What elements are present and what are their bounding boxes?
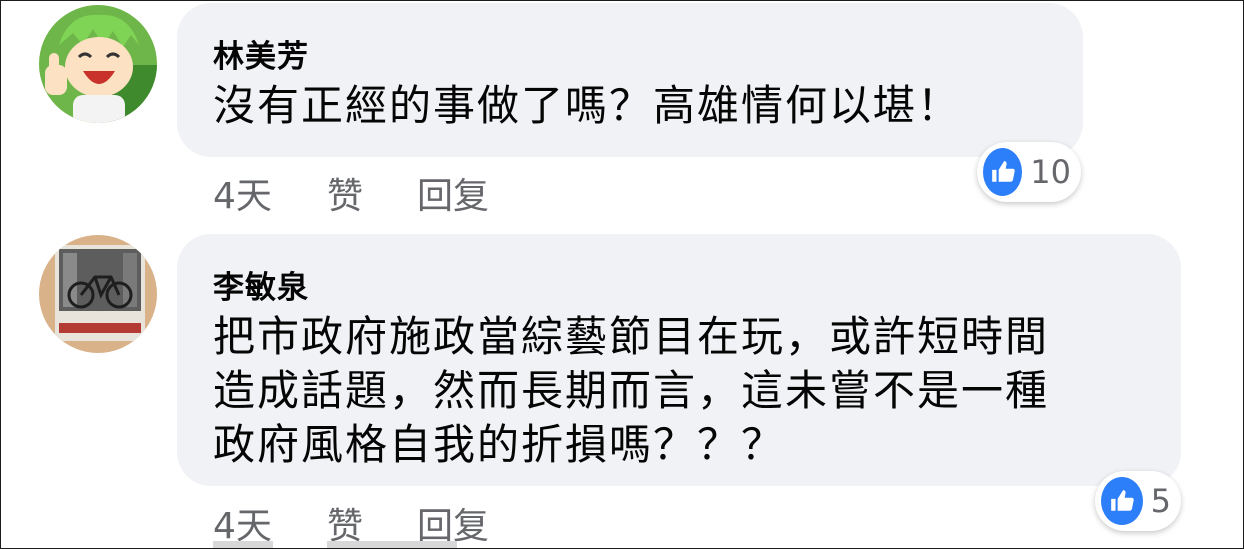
comment-author[interactable]: 林美芳 <box>213 31 309 76</box>
comment-text: 沒有正經的事做了嗎？高雄情何以堪！ <box>213 79 1053 133</box>
comment-bubble: 李敏泉 把市政府施政當綜藝節目在玩，或許短時間 造成話題，然而長期而言，這未嘗不… <box>177 234 1181 486</box>
avatar[interactable] <box>39 235 157 353</box>
reaction-badge[interactable]: 5 <box>1095 471 1181 531</box>
comment-text-line: 政府風格自我的折損嗎？？？ <box>213 420 786 469</box>
reply-button[interactable]: 回复 <box>417 167 489 219</box>
bicycle-photo-avatar-icon <box>39 235 157 353</box>
next-comment-peek <box>213 541 273 548</box>
like-button[interactable]: 赞 <box>327 167 363 219</box>
thumbs-up-icon <box>1101 477 1143 525</box>
reaction-count: 5 <box>1150 482 1171 520</box>
comment-text-line: 沒有正經的事做了嗎？高雄情何以堪！ <box>213 81 962 130</box>
comment-text-line: 把市政府施政當綜藝節目在玩，或許短時間 <box>213 312 1050 361</box>
reaction-badge[interactable]: 10 <box>977 142 1081 202</box>
timestamp[interactable]: 4天 <box>213 167 272 219</box>
comment-author[interactable]: 李敏泉 <box>213 262 309 307</box>
comment-bubble: 林美芳 沒有正經的事做了嗎？高雄情何以堪！ <box>177 3 1083 157</box>
cartoon-avatar-icon <box>39 5 157 123</box>
comment-text: 把市政府施政當綜藝節目在玩，或許短時間 造成話題，然而長期而言，這未嘗不是一種 … <box>213 310 1151 472</box>
comments-panel: 林美芳 沒有正經的事做了嗎？高雄情何以堪！ 10 4天 赞 回复 李敏泉 把市政… <box>0 0 1244 549</box>
avatar[interactable] <box>39 5 157 123</box>
reaction-count: 10 <box>1030 153 1071 191</box>
comment-actions: 4天 赞 回复 <box>213 497 613 547</box>
next-comment-peek <box>327 541 457 548</box>
thumbs-up-icon <box>983 148 1023 196</box>
comment-actions: 4天 赞 回复 <box>213 167 613 217</box>
comment-text-line: 造成話題，然而長期而言，這未嘗不是一種 <box>213 366 1050 415</box>
